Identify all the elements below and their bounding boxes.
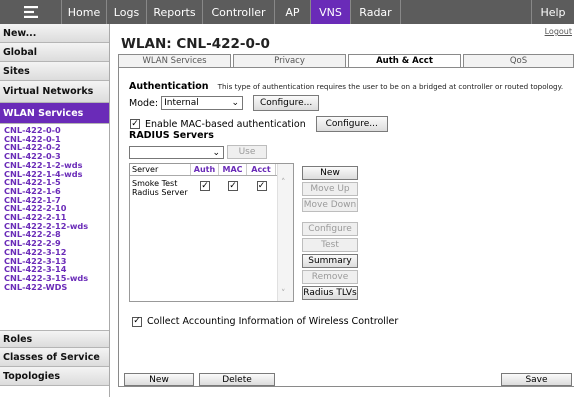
mac-auth-label: Enable MAC-based authentication: [145, 118, 306, 130]
nav-tab-home[interactable]: Home: [62, 0, 107, 24]
sidebar-section-sites[interactable]: Sites: [0, 62, 109, 81]
mode-row: Mode: Internal ⌄ Configure...: [129, 95, 320, 111]
radius-server-select[interactable]: ⌄: [129, 145, 224, 159]
nav-tab-controller[interactable]: Controller: [203, 0, 275, 24]
mode-label: Mode:: [129, 97, 159, 109]
authentication-heading: Authentication: [129, 81, 209, 92]
nav-tab-radar[interactable]: Radar: [351, 0, 401, 24]
main-content: WLAN: CNL-422-0-0 WLAN Services Privacy …: [118, 24, 574, 397]
auth-cell: ✓: [191, 176, 219, 200]
sidebar-section-roles[interactable]: Roles: [0, 330, 109, 348]
sidebar-section-classes-of-service[interactable]: Classes of Service: [0, 348, 109, 367]
radius-servers-table: Server Auth MAC Acct Smoke Test Radius S…: [129, 163, 294, 302]
nav-tab-vns[interactable]: VNS: [311, 0, 351, 24]
sidebar-section-new[interactable]: New...: [0, 24, 109, 43]
nav-tab-reports[interactable]: Reports: [147, 0, 203, 24]
sidebar-section-global[interactable]: Global: [0, 43, 109, 62]
nav-spacer: [401, 0, 532, 24]
remove-button[interactable]: Remove: [302, 270, 358, 284]
summary-button[interactable]: Summary: [302, 254, 358, 268]
mode-select-value: Internal: [164, 98, 199, 108]
top-navigation-bar: Home Logs Reports Controller AP VNS Rada…: [0, 0, 574, 24]
sidebar-section-topologies[interactable]: Topologies: [0, 367, 109, 386]
server-name-cell: Smoke Test Radius Server: [132, 179, 188, 197]
extreme-logo-icon: [23, 6, 38, 18]
move-down-button[interactable]: Move Down: [302, 198, 358, 212]
nav-tab-ap[interactable]: AP: [275, 0, 311, 24]
sidebar-section-virtual-networks[interactable]: Virtual Networks: [0, 81, 109, 103]
footer-new-button[interactable]: New: [124, 373, 194, 386]
wlan-service-list: CNL-422-0-0 CNL-422-0-1 CNL-422-0-2 CNL-422…: [0, 124, 109, 320]
acct-checkbox[interactable]: ✓: [256, 181, 267, 191]
radius-select-row: ⌄ Use: [129, 145, 267, 159]
radius-tlvs-button[interactable]: Radius TLVs: [302, 286, 358, 300]
use-button[interactable]: Use: [227, 145, 267, 159]
left-sidebar: New... Global Sites Virtual Networks WLA…: [0, 24, 110, 397]
column-header-server: Server: [130, 164, 191, 175]
tab-auth-acct[interactable]: Auth & Acct: [348, 54, 461, 68]
radius-new-button[interactable]: New: [302, 166, 358, 180]
mac-cell: ✓: [219, 176, 247, 200]
radius-table-header: Server Auth MAC Acct: [130, 164, 293, 176]
mac-checkbox[interactable]: ✓: [228, 181, 238, 191]
auth-checkbox[interactable]: ✓: [200, 181, 210, 191]
tab-qos[interactable]: QoS: [463, 54, 574, 68]
accounting-checkbox[interactable]: ✓: [132, 316, 142, 327]
nav-help[interactable]: Help: [532, 0, 574, 24]
tab-wlan-services[interactable]: WLAN Services: [118, 54, 231, 68]
accounting-label: Collect Accounting Information of Wirele…: [147, 316, 399, 327]
mac-configure-button[interactable]: Configure...: [315, 116, 388, 132]
mac-auth-checkbox[interactable]: ✓: [130, 119, 140, 129]
mode-select[interactable]: Internal ⌄: [161, 96, 244, 110]
column-header-mac: MAC: [219, 164, 247, 175]
acct-cell: ✓: [247, 176, 276, 200]
mode-configure-button[interactable]: Configure...: [253, 95, 320, 111]
table-scrollbar[interactable]: ˄ ˅: [277, 164, 293, 301]
scroll-down-icon[interactable]: ˅: [281, 289, 286, 299]
test-button[interactable]: Test: [302, 238, 358, 252]
scroll-up-icon[interactable]: ˄: [281, 178, 286, 188]
table-row[interactable]: Smoke Test Radius Server ✓ ✓ ✓: [130, 176, 293, 200]
sidebar-section-wlan-services[interactable]: WLAN Services: [0, 103, 109, 124]
nav-tab-logs[interactable]: Logs: [107, 0, 147, 24]
chevron-down-icon: ⌄: [212, 147, 220, 158]
brand-logo[interactable]: [0, 0, 62, 24]
page-title: WLAN: CNL-422-0-0: [121, 36, 270, 52]
move-up-button[interactable]: Move Up: [302, 182, 358, 196]
footer-save-button[interactable]: Save: [501, 373, 572, 386]
chevron-down-icon: ⌄: [231, 98, 240, 108]
radius-configure-button[interactable]: Configure: [302, 222, 358, 236]
sidebar-item-wlan-service[interactable]: CNL-422-WDS: [4, 282, 109, 292]
accounting-row: ✓ Collect Accounting Information of Wire…: [132, 316, 398, 327]
radius-servers-heading: RADIUS Servers: [129, 130, 214, 141]
tab-privacy[interactable]: Privacy: [233, 54, 346, 68]
footer-delete-button[interactable]: Delete: [199, 373, 275, 386]
auth-acct-panel: Authentication This type of authenticati…: [118, 67, 574, 387]
authentication-heading-line: Authentication This type of authenticati…: [129, 81, 563, 92]
authentication-description: This type of authentication requires the…: [217, 82, 564, 91]
content-tabs: WLAN Services Privacy Auth & Acct QoS: [118, 54, 574, 68]
column-header-acct: Acct: [247, 164, 276, 175]
column-header-auth: Auth: [191, 164, 219, 175]
